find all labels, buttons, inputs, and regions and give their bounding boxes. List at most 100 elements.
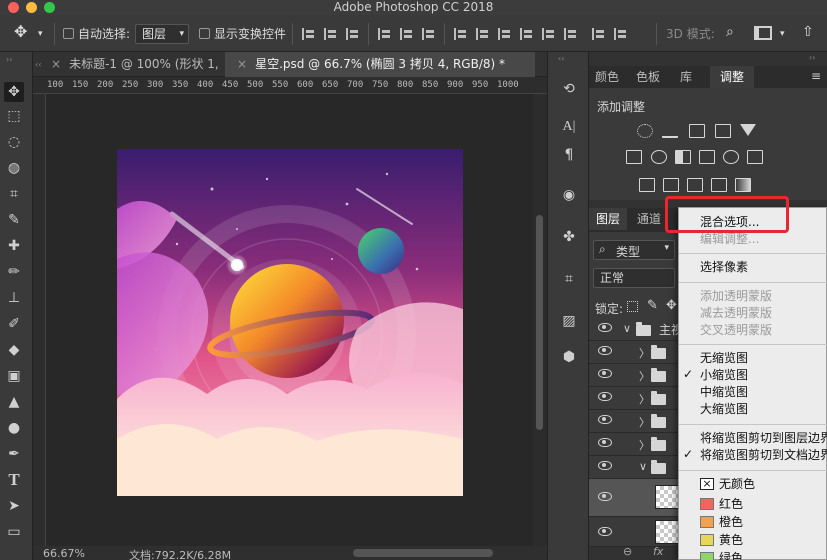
lasso-tool-button[interactable]: ◌ — [4, 132, 24, 152]
plugins-panel-icon[interactable]: ✤ — [560, 228, 578, 246]
chevron-right-icon[interactable]: 〉 — [639, 368, 650, 384]
tab-layers[interactable]: 图层 — [589, 208, 627, 230]
lock-transparent-icon[interactable] — [627, 301, 638, 312]
tab-swatches[interactable]: 色板 — [629, 66, 667, 88]
tab-star-sky[interactable]: × 星空.psd @ 66.7% (椭圆 3 拷贝 4, RGB/8) * — [225, 52, 535, 77]
align-center-icon[interactable] — [324, 28, 336, 40]
curves-icon[interactable] — [689, 124, 705, 138]
character-panel-icon[interactable]: A| — [560, 118, 578, 136]
posterize-icon[interactable] — [663, 178, 679, 192]
pen-tool-button[interactable]: ✒ — [4, 444, 24, 464]
crop-tool-button[interactable]: ⌗ — [4, 184, 24, 204]
tool-preset-dropdown-icon[interactable]: ▾ — [38, 25, 43, 43]
horizontal-scrollbar-thumb[interactable] — [353, 549, 493, 557]
menu-item[interactable]: 无颜色 — [719, 476, 755, 493]
lock-image-icon[interactable]: ✎ — [647, 298, 658, 313]
menu-item[interactable]: 绿色 — [719, 550, 743, 560]
align-top-icon[interactable] — [378, 28, 390, 40]
expand-panels-icon[interactable]: ‹‹ — [558, 54, 564, 63]
chevron-down-icon[interactable]: ∨ — [639, 460, 647, 473]
align-middle-icon[interactable] — [400, 28, 412, 40]
properties-panel-icon[interactable]: ◉ — [560, 186, 578, 204]
visibility-eye-icon[interactable] — [598, 369, 612, 378]
gradient-tool-button[interactable]: ▣ — [4, 366, 24, 386]
vibrance-icon[interactable] — [740, 124, 756, 136]
menu-item[interactable]: 黄色 — [719, 532, 743, 549]
blend-mode-dropdown[interactable]: 正常 — [593, 268, 675, 288]
move-tool-button[interactable]: ✥ — [4, 82, 24, 102]
channel-mixer-icon[interactable] — [723, 150, 739, 164]
menu-item[interactable]: 中缩览图 — [700, 384, 748, 401]
visibility-eye-icon[interactable] — [598, 492, 612, 501]
show-transform-checkbox[interactable] — [199, 28, 210, 39]
menu-item[interactable]: 将缩览图剪切到图层边界 — [700, 430, 827, 447]
menu-item[interactable]: 大缩览图 — [700, 401, 748, 418]
zoom-level[interactable]: 66.67% — [43, 547, 85, 560]
search-icon[interactable]: ⌕ — [726, 23, 734, 41]
fx-icon[interactable]: fx — [653, 545, 663, 558]
brightness-contrast-icon[interactable] — [637, 124, 653, 138]
menu-item[interactable]: 将缩览图剪切到文档边界 — [700, 447, 827, 464]
dodge-tool-button[interactable]: ● — [4, 418, 24, 438]
collapse-dock-icon[interactable]: ›› — [809, 53, 815, 62]
visibility-eye-icon[interactable] — [598, 392, 612, 401]
hue-saturation-icon[interactable] — [626, 150, 642, 164]
visibility-eye-icon[interactable] — [598, 323, 612, 332]
workspace-icon[interactable] — [754, 26, 772, 40]
marquee-tool-button[interactable]: ⬚ — [4, 106, 24, 126]
distribute-top-icon[interactable] — [454, 28, 466, 40]
menu-item[interactable]: 小缩览图 — [700, 367, 748, 384]
artwork-canvas[interactable] — [117, 149, 463, 496]
blur-tool-button[interactable]: ▲ — [4, 392, 24, 412]
color-balance-icon[interactable] — [651, 150, 667, 164]
clone-stamp-tool-button[interactable]: ⊥ — [4, 288, 24, 308]
lock-position-icon[interactable]: ✥ — [666, 298, 677, 313]
distribute-center-icon[interactable] — [542, 28, 554, 40]
share-icon[interactable]: ⇧ — [802, 23, 814, 41]
link-layers-icon[interactable]: ⊖ — [623, 545, 632, 558]
tab-adjustments[interactable]: 调整 — [710, 66, 754, 88]
visibility-eye-icon[interactable] — [598, 415, 612, 424]
brush-settings-icon[interactable]: ▨ — [560, 312, 578, 330]
black-white-icon[interactable] — [675, 150, 691, 164]
gradient-map-icon[interactable] — [735, 178, 751, 192]
distribute-middle-icon[interactable] — [476, 28, 488, 40]
distribute-spacing-icon[interactable] — [614, 28, 626, 40]
menu-item[interactable]: 橙色 — [719, 514, 743, 531]
layer-filter-dropdown[interactable]: ⌕ 类型 ▾ — [593, 240, 675, 260]
type-tool-button[interactable]: T — [4, 470, 24, 490]
distribute-bottom-icon[interactable] — [498, 28, 510, 40]
invert-icon[interactable] — [639, 178, 655, 192]
visibility-eye-icon[interactable] — [598, 527, 612, 536]
3d-panel-icon[interactable]: ⬢ — [560, 348, 578, 366]
chevron-down-icon[interactable]: ∨ — [623, 322, 631, 335]
tab-untitled-1[interactable]: × 未标题-1 @ 100% (形状 1, ... — [39, 52, 221, 77]
eraser-tool-button[interactable]: ◆ — [4, 340, 24, 360]
panel-menu-icon[interactable]: ≡ — [811, 69, 821, 83]
close-tab-icon[interactable]: × — [51, 52, 61, 77]
chevron-right-icon[interactable]: 〉 — [639, 391, 650, 407]
visibility-eye-icon[interactable] — [598, 461, 612, 470]
menu-item[interactable]: 无缩览图 — [700, 350, 748, 367]
paragraph-panel-icon[interactable]: ¶ — [560, 146, 578, 164]
threshold-icon[interactable] — [687, 178, 703, 192]
selective-color-icon[interactable] — [711, 178, 727, 192]
vertical-scrollbar-thumb[interactable] — [536, 215, 543, 430]
auto-select-target-dropdown[interactable]: 图层 ▾ — [135, 24, 189, 44]
tab-color[interactable]: 颜色 — [589, 66, 625, 88]
chevron-right-icon[interactable]: 〉 — [639, 345, 650, 361]
photo-filter-icon[interactable] — [699, 150, 715, 164]
brush-tool-button[interactable]: ✏ — [4, 262, 24, 282]
menu-item[interactable]: 红色 — [719, 496, 743, 513]
healing-brush-tool-button[interactable]: ✚ — [4, 236, 24, 256]
close-tab-icon[interactable]: × — [237, 52, 247, 77]
align-bottom-icon[interactable] — [422, 28, 434, 40]
history-brush-tool-button[interactable]: ✐ — [4, 314, 24, 334]
chevron-right-icon[interactable]: 〉 — [639, 414, 650, 430]
visibility-eye-icon[interactable] — [598, 438, 612, 447]
align-left-icon[interactable] — [302, 28, 314, 40]
chevron-right-icon[interactable]: 〉 — [639, 437, 650, 453]
align-right-icon[interactable] — [346, 28, 358, 40]
auto-select-checkbox[interactable] — [63, 28, 74, 39]
tab-channels[interactable]: 通道 — [631, 208, 667, 230]
